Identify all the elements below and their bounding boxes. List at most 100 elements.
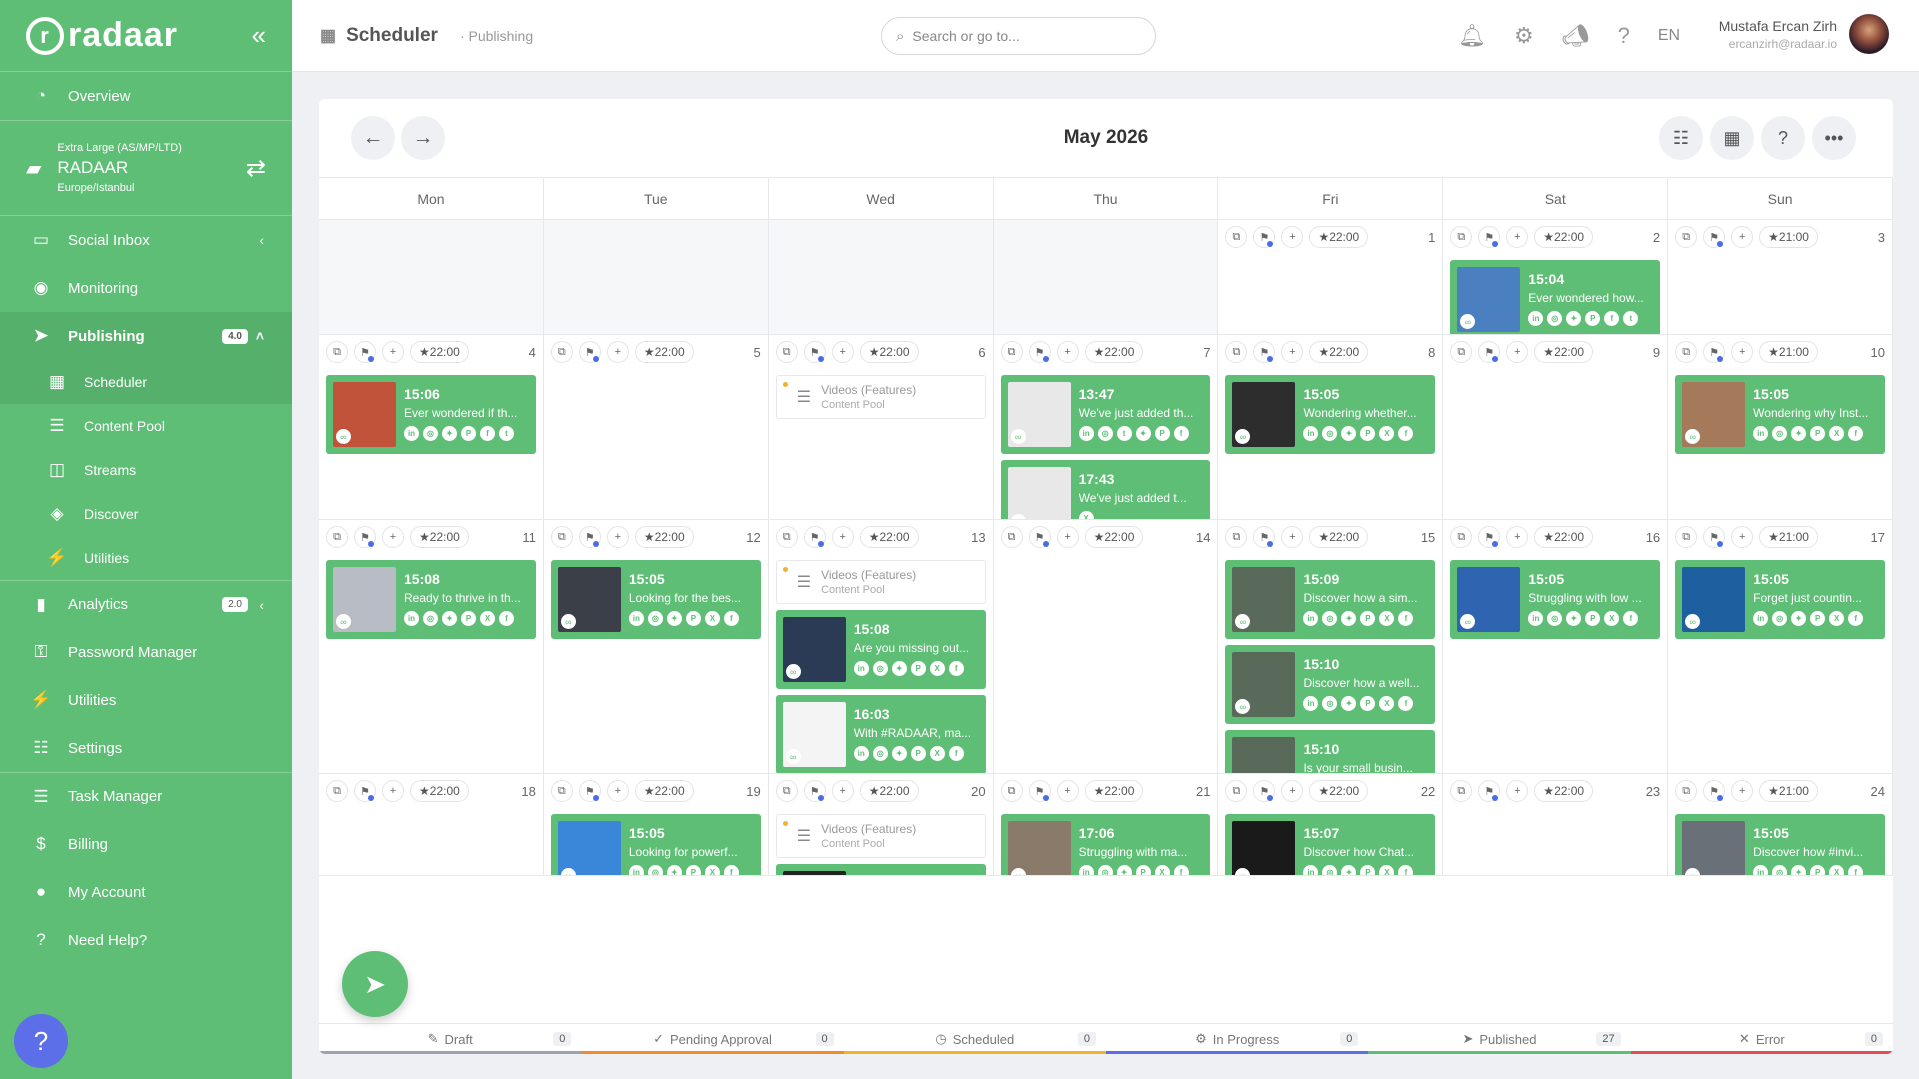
best-time-pill[interactable]: ★ 22:00 — [1084, 780, 1144, 802]
copy-icon[interactable]: ⧉ — [1225, 780, 1248, 802]
copy-icon[interactable]: ⧉ — [1450, 780, 1473, 802]
copy-icon[interactable]: ⧉ — [326, 526, 348, 548]
day-cell[interactable]: ⧉ ⚑ + ★ 22:00 16 ∞ 15:05 Struggling with low ..… — [1443, 520, 1669, 773]
best-time-pill[interactable]: ★ 22:00 — [1309, 526, 1369, 548]
content-pool-item[interactable]: ☰ Videos (Features) Content Pool — [775, 560, 986, 604]
day-cell[interactable]: ⧉ ⚑ + ★ 22:00 15 ∞ 15:09 Discover how a sim... i… — [1218, 520, 1444, 773]
scheduled-post[interactable]: ∞ 15:07 Discover how Chat... in◎✦PXf — [1225, 814, 1436, 875]
flag-icon[interactable]: ⚑ — [1478, 341, 1501, 363]
flag-icon[interactable]: ⚑ — [578, 780, 601, 802]
best-time-pill[interactable]: ★ 22:00 — [1309, 226, 1369, 248]
flag-icon[interactable]: ⚑ — [1028, 526, 1051, 548]
copy-icon[interactable]: ⧉ — [1675, 341, 1698, 363]
copy-icon[interactable]: ⧉ — [1450, 526, 1473, 548]
gear-icon[interactable]: ⚙ — [1514, 23, 1534, 49]
flag-icon[interactable]: ⚑ — [1478, 526, 1501, 548]
avatar[interactable] — [1849, 14, 1889, 54]
scheduled-post[interactable]: ∞ 15:05 Looking for the bes... in ◎ ✦ P Xf — [550, 560, 761, 639]
add-post-icon[interactable]: + — [1281, 780, 1304, 802]
flag-icon[interactable]: ⚑ — [1703, 526, 1726, 548]
best-time-pill[interactable]: ★ 21:00 — [1759, 780, 1818, 802]
copy-icon[interactable]: ⧉ — [1000, 526, 1023, 548]
add-post-icon[interactable]: + — [606, 526, 629, 548]
best-time-pill[interactable]: ★ 22:00 — [410, 341, 469, 363]
copy-icon[interactable]: ⧉ — [775, 526, 798, 548]
best-time-pill[interactable]: ★ 21:00 — [1759, 341, 1818, 363]
day-cell[interactable]: ⧉ ⚑ + ★ 22:00 5 — [544, 335, 769, 519]
scheduled-post[interactable]: ∞ 13:47 We've just added th... in ◎ t ✦ Pf — [1000, 375, 1211, 454]
copy-icon[interactable]: ⧉ — [1000, 780, 1023, 802]
sidebar-item-social-inbox[interactable]: ▭ Social Inbox ‹ — [0, 216, 292, 264]
sidebar-item-overview[interactable]: ◔ Overview — [0, 72, 292, 120]
scheduled-post[interactable]: ∞ 15:05 Forget just countin... in ◎ ✦ P Xf — [1675, 560, 1886, 639]
copy-icon[interactable]: ⧉ — [1225, 226, 1248, 248]
add-post-icon[interactable]: + — [1506, 780, 1529, 802]
flag-icon[interactable]: ⚑ — [1478, 780, 1501, 802]
day-cell[interactable] — [319, 220, 544, 334]
day-cell[interactable]: ⧉ ⚑ + ★ 22:00 8 ∞ 15:05 Wondering whether... in ◎… — [1218, 335, 1444, 519]
best-time-pill[interactable]: ★ 22:00 — [634, 526, 694, 548]
copy-icon[interactable]: ⧉ — [1225, 341, 1248, 363]
scheduled-post[interactable]: ∞ 15:10 Discover how a well... in ◎ ✦ P Xf — [1225, 645, 1436, 724]
copy-icon[interactable]: ⧉ — [550, 780, 573, 802]
scheduled-post[interactable]: ∞ 15:08 Are you missing out... in ◎ ✦ P Xf — [775, 610, 986, 689]
account-switcher[interactable]: ▰ Extra Large (AS/MP/LTD) RADAAR Europe/… — [0, 120, 292, 216]
radaar-logo[interactable]: r radaar — [26, 16, 178, 55]
add-post-icon[interactable]: + — [1506, 226, 1529, 248]
sidebar-item-publishing-utilities[interactable]: ⚡ Utilities — [0, 536, 292, 580]
flag-icon[interactable]: ⚑ — [803, 780, 826, 802]
scheduled-post[interactable]: ∞ 15:05 Wondering whether... in ◎ ✦ P Xf — [1225, 375, 1436, 454]
content-pool-item[interactable]: ☰ Videos (Features) Content Pool — [775, 814, 986, 858]
flag-icon[interactable]: ⚑ — [803, 341, 826, 363]
best-time-pill[interactable]: ★ 22:00 — [1534, 780, 1594, 802]
sidebar-item-billing[interactable]: $ Billing — [0, 820, 292, 868]
day-cell[interactable] — [543, 220, 769, 334]
day-cell[interactable]: ⧉ ⚑ + ★ 22:00 2 ∞ 15:04 Ever wondered how... in ◎… — [1443, 220, 1669, 334]
flag-icon[interactable]: ⚑ — [1028, 780, 1051, 802]
add-post-icon[interactable]: + — [1731, 341, 1754, 363]
sidebar-item-utilities[interactable]: ⚡ Utilities — [0, 676, 292, 724]
add-post-icon[interactable]: + — [1506, 341, 1529, 363]
scheduled-post[interactable]: ∞15:10Is your small busin...in◎✦PXf — [1225, 730, 1436, 773]
add-post-icon[interactable]: + — [1281, 526, 1304, 548]
best-time-pill[interactable]: ★ 22:00 — [410, 780, 469, 802]
add-post-icon[interactable]: + — [606, 780, 629, 802]
day-cell[interactable] — [993, 220, 1219, 334]
day-cell[interactable]: ⧉ ⚑ + ★ 22:00 11 ∞ 15:08 Ready to thrive in th.… — [319, 520, 544, 773]
add-post-icon[interactable]: + — [382, 341, 404, 363]
sidebar-item-content-pool[interactable]: ☰ Content Pool — [0, 404, 292, 448]
copy-icon[interactable]: ⧉ — [1000, 341, 1023, 363]
flag-icon[interactable]: ⚑ — [1703, 780, 1726, 802]
flag-icon[interactable]: ⚑ — [354, 341, 376, 363]
sidebar-item-scheduler[interactable]: ▦ Scheduler — [0, 360, 292, 404]
add-post-icon[interactable]: + — [1731, 526, 1754, 548]
copy-icon[interactable]: ⧉ — [550, 526, 573, 548]
add-post-icon[interactable]: + — [382, 526, 404, 548]
add-post-icon[interactable]: + — [831, 780, 854, 802]
copy-icon[interactable]: ⧉ — [326, 341, 348, 363]
language-selector[interactable]: EN — [1658, 27, 1680, 45]
sidebar-item-settings[interactable]: ☷ Settings — [0, 724, 292, 772]
copy-icon[interactable]: ⧉ — [1225, 526, 1248, 548]
best-time-pill[interactable]: ★ 22:00 — [410, 526, 469, 548]
best-time-pill[interactable]: ★ 21:00 — [1759, 226, 1818, 248]
day-cell[interactable]: ⧉⚑+★ 22:0021∞17:06Struggling with ma...i… — [994, 774, 1219, 875]
day-cell[interactable]: ⧉ ⚑ + ★ 22:00 6 ☰ Videos (Features) Content Poo… — [769, 335, 994, 519]
best-time-pill[interactable]: ★ 22:00 — [1534, 226, 1594, 248]
copy-icon[interactable]: ⧉ — [1450, 226, 1473, 248]
calendar-view-button[interactable]: ▦ — [1710, 116, 1754, 160]
flag-icon[interactable]: ⚑ — [1028, 341, 1051, 363]
sidebar-item-discover[interactable]: ◈ Discover — [0, 492, 292, 536]
best-time-pill[interactable]: ★ 22:00 — [1534, 341, 1594, 363]
add-post-icon[interactable]: + — [1731, 226, 1754, 248]
search-input[interactable]: ⌕ Search or go to... — [881, 17, 1156, 55]
best-time-pill[interactable]: ★ 22:00 — [634, 780, 694, 802]
flag-icon[interactable]: ⚑ — [1703, 341, 1726, 363]
day-cell[interactable]: ⧉ ⚑ + ★ 21:00 10 ∞ 15:05 Wondering why Inst... i… — [1668, 335, 1893, 519]
flag-icon[interactable]: ⚑ — [354, 526, 376, 548]
bell-icon[interactable]: 🔔︎ — [1458, 23, 1486, 49]
swap-icon[interactable]: ⇄ — [246, 154, 266, 183]
scheduled-post[interactable]: ∞ 15:09 Discover how a sim... in ◎ ✦ P Xf — [1225, 560, 1436, 639]
day-cell[interactable]: ⧉ ⚑ + ★ 22:00 12 ∞ 15:05 Looking for the bes...… — [544, 520, 769, 773]
user-menu[interactable]: Mustafa Ercan Zirh ercanzirh@radaar.io — [1719, 14, 1889, 54]
